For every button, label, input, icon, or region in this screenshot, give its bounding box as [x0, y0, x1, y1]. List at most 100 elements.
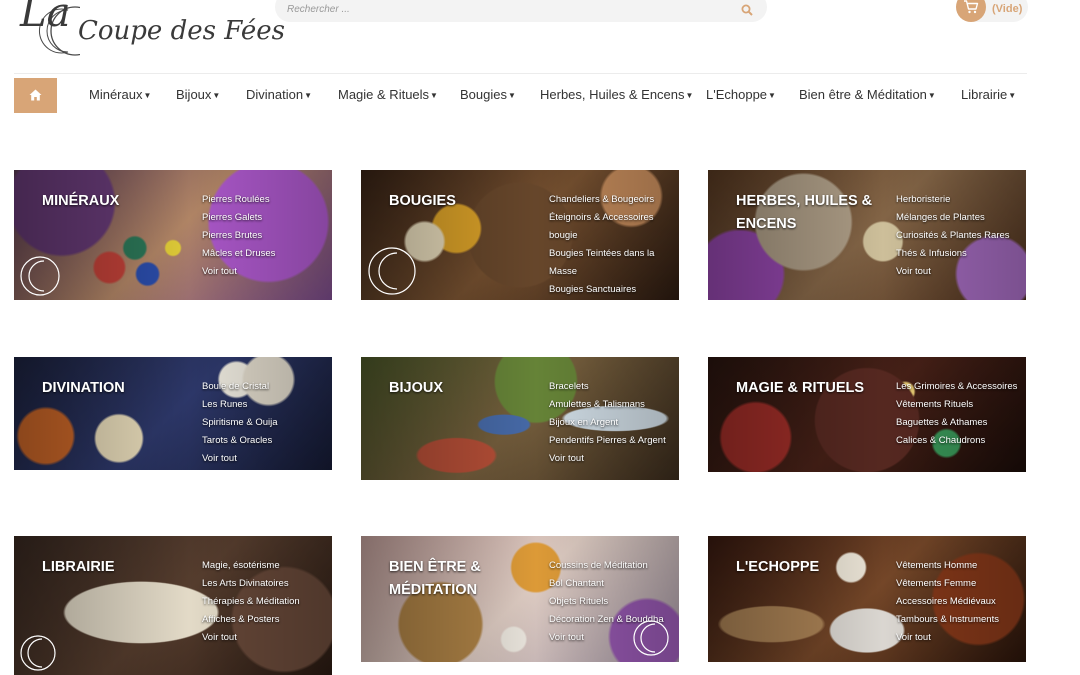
- caret-down-icon: ▼: [430, 91, 438, 100]
- nav-item-herbes[interactable]: Herbes, Huiles & Encens▼: [540, 87, 693, 102]
- nav-item-label: Minéraux: [89, 87, 143, 102]
- category-link[interactable]: Coussins de Méditation: [549, 557, 677, 575]
- header-divider: [14, 73, 1027, 74]
- category-link[interactable]: Magie, ésotérisme: [202, 557, 330, 575]
- category-link[interactable]: Voir tout: [202, 450, 330, 468]
- category-card-bien-etre[interactable]: BIEN ÊTRE & MÉDITATION Coussins de Médit…: [361, 536, 679, 662]
- category-link[interactable]: Voir tout: [896, 263, 1024, 281]
- category-link[interactable]: Les Grimoires & Accessoires: [896, 378, 1024, 396]
- nav-item-echoppe[interactable]: L'Echoppe▼: [706, 87, 776, 102]
- category-links: Magie, ésotérisme Les Arts Divinatoires …: [202, 557, 330, 647]
- category-link[interactable]: Tambours & Instruments: [896, 611, 1024, 629]
- category-card-echoppe[interactable]: L'ECHOPPE Vêtements Homme Vêtements Femm…: [708, 536, 1026, 662]
- nav-item-label: Herbes, Huiles & Encens: [540, 87, 685, 102]
- caret-down-icon: ▼: [507, 91, 516, 100]
- nav-item-bijoux[interactable]: Bijoux▼: [176, 87, 220, 102]
- category-card-bougies[interactable]: BOUGIES Chandeliers & Bougeoirs Éteignoi…: [361, 170, 679, 300]
- category-link[interactable]: Vêtements Femme: [896, 575, 1024, 593]
- category-link[interactable]: Tarots & Oracles: [202, 432, 330, 450]
- category-title: LIBRAIRIE: [42, 559, 115, 575]
- category-link[interactable]: Herboristerie: [896, 191, 1024, 209]
- category-title: BOUGIES: [389, 193, 456, 209]
- caret-down-icon: ▼: [143, 91, 152, 100]
- cart-button[interactable]: (Vide): [956, 0, 1028, 22]
- nav-item-label: Bijoux: [176, 87, 212, 102]
- category-title: MINÉRAUX: [42, 193, 120, 209]
- home-button[interactable]: [14, 78, 57, 113]
- category-title: BIJOUX: [389, 380, 443, 396]
- category-link[interactable]: Curiosités & Plantes Rares: [896, 227, 1024, 245]
- category-card-librairie[interactable]: LIBRAIRIE Magie, ésotérisme Les Arts Div…: [14, 536, 332, 675]
- category-link[interactable]: Voir tout: [202, 629, 330, 647]
- category-link[interactable]: Thérapies & Méditation: [202, 593, 330, 611]
- category-link[interactable]: Pierres Galets: [202, 209, 330, 227]
- logo-text-la: La: [20, 0, 71, 36]
- category-links: Vêtements Homme Vêtements Femme Accessoi…: [896, 557, 1024, 647]
- category-link[interactable]: Bougies Sanctuaires: [549, 281, 677, 299]
- category-link[interactable]: Objets Rituels: [549, 593, 677, 611]
- category-link[interactable]: Affiches & Posters: [202, 611, 330, 629]
- caret-down-icon: ▼: [927, 91, 936, 100]
- category-links: Pierres Roulées Pierres Galets Pierres B…: [202, 191, 330, 281]
- cart-status: (Vide): [992, 3, 1023, 15]
- category-link[interactable]: Voir tout: [896, 629, 1024, 647]
- category-link[interactable]: Bol Chantant: [549, 575, 677, 593]
- logo-text-name: Coupe des Fées: [78, 16, 285, 46]
- category-title: L'ECHOPPE: [736, 559, 820, 575]
- search-icon: [741, 4, 753, 16]
- category-link[interactable]: Voir tout: [549, 450, 677, 468]
- category-card-bijoux[interactable]: BIJOUX Bracelets Amulettes & Talismans B…: [361, 357, 679, 480]
- category-link[interactable]: Éteignoirs & Accessoires bougie: [549, 209, 677, 245]
- main-nav: Minéraux▼ Bijoux▼ Divination▼ Magie & Ri…: [14, 78, 1027, 114]
- caret-down-icon: ▼: [304, 91, 313, 100]
- category-link[interactable]: Vêtements Rituels: [896, 396, 1024, 414]
- category-card-divination[interactable]: DIVINATION Boule de Cristal Les Runes Sp…: [14, 357, 332, 470]
- category-link[interactable]: Les Arts Divinatoires: [202, 575, 330, 593]
- site-logo[interactable]: La Coupe des Fées: [20, 0, 285, 62]
- category-link[interactable]: Thés & Infusions: [896, 245, 1024, 263]
- category-link[interactable]: Amulettes & Talismans: [549, 396, 677, 414]
- category-link[interactable]: Pierres Roulées: [202, 191, 330, 209]
- category-card-herbes[interactable]: HERBES, HUILES & ENCENS Herboristerie Mé…: [708, 170, 1026, 300]
- category-link[interactable]: Calices & Chaudrons: [896, 432, 1024, 450]
- nav-item-divination[interactable]: Divination▼: [246, 87, 312, 102]
- category-title: HERBES, HUILES & ENCENS: [736, 193, 873, 232]
- cart-icon-wrap: [956, 0, 986, 22]
- search-input[interactable]: [285, 0, 709, 20]
- category-link[interactable]: Mâcles et Druses: [202, 245, 330, 263]
- category-link[interactable]: Les Runes: [202, 396, 330, 414]
- nav-item-label: L'Echoppe: [706, 87, 768, 102]
- category-links: Chandeliers & Bougeoirs Éteignoirs & Acc…: [549, 191, 677, 299]
- category-link[interactable]: Pendentifs Pierres & Argent: [549, 432, 677, 450]
- category-link[interactable]: Mélanges de Plantes: [896, 209, 1024, 227]
- home-icon: [29, 89, 42, 101]
- category-link[interactable]: Pierres Brutes: [202, 227, 330, 245]
- category-link[interactable]: Bracelets: [549, 378, 677, 396]
- category-link[interactable]: Voir tout: [202, 263, 330, 281]
- caret-down-icon: ▼: [685, 91, 694, 100]
- category-link[interactable]: Boule de Cristal: [202, 378, 330, 396]
- category-link[interactable]: Spiritisme & Ouija: [202, 414, 330, 432]
- nav-item-label: Librairie: [961, 87, 1008, 102]
- nav-item-bougies[interactable]: Bougies▼: [460, 87, 516, 102]
- category-card-mineraux[interactable]: MINÉRAUX Pierres Roulées Pierres Galets …: [14, 170, 332, 300]
- caret-down-icon: ▼: [1008, 91, 1017, 100]
- search-button[interactable]: [741, 1, 755, 16]
- nav-item-bien-etre[interactable]: Bien être & Méditation▼: [799, 87, 936, 102]
- nav-item-magie-rituels[interactable]: Magie & Rituels▼: [338, 87, 438, 102]
- category-links: Les Grimoires & Accessoires Vêtements Ri…: [896, 378, 1024, 450]
- nav-item-mineraux[interactable]: Minéraux▼: [89, 87, 151, 102]
- nav-item-librairie[interactable]: Librairie▼: [961, 87, 1016, 102]
- category-links: Boule de Cristal Les Runes Spiritisme & …: [202, 378, 330, 468]
- category-link[interactable]: Accessoires Médiévaux: [896, 593, 1024, 611]
- category-link[interactable]: Baguettes & Athames: [896, 414, 1024, 432]
- moon-icon: [368, 247, 416, 295]
- category-link[interactable]: Chandeliers & Bougeoirs: [549, 191, 677, 209]
- category-link[interactable]: Vêtements Homme: [896, 557, 1024, 575]
- category-link[interactable]: Bijoux en Argent: [549, 414, 677, 432]
- moon-icon: [20, 635, 56, 671]
- category-card-magie-rituels[interactable]: MAGIE & RITUELS Les Grimoires & Accessoi…: [708, 357, 1026, 472]
- nav-item-label: Bien être & Méditation: [799, 87, 927, 102]
- category-link[interactable]: Bougies Teintées dans la Masse: [549, 245, 677, 281]
- category-title: MAGIE & RITUELS: [736, 380, 865, 396]
